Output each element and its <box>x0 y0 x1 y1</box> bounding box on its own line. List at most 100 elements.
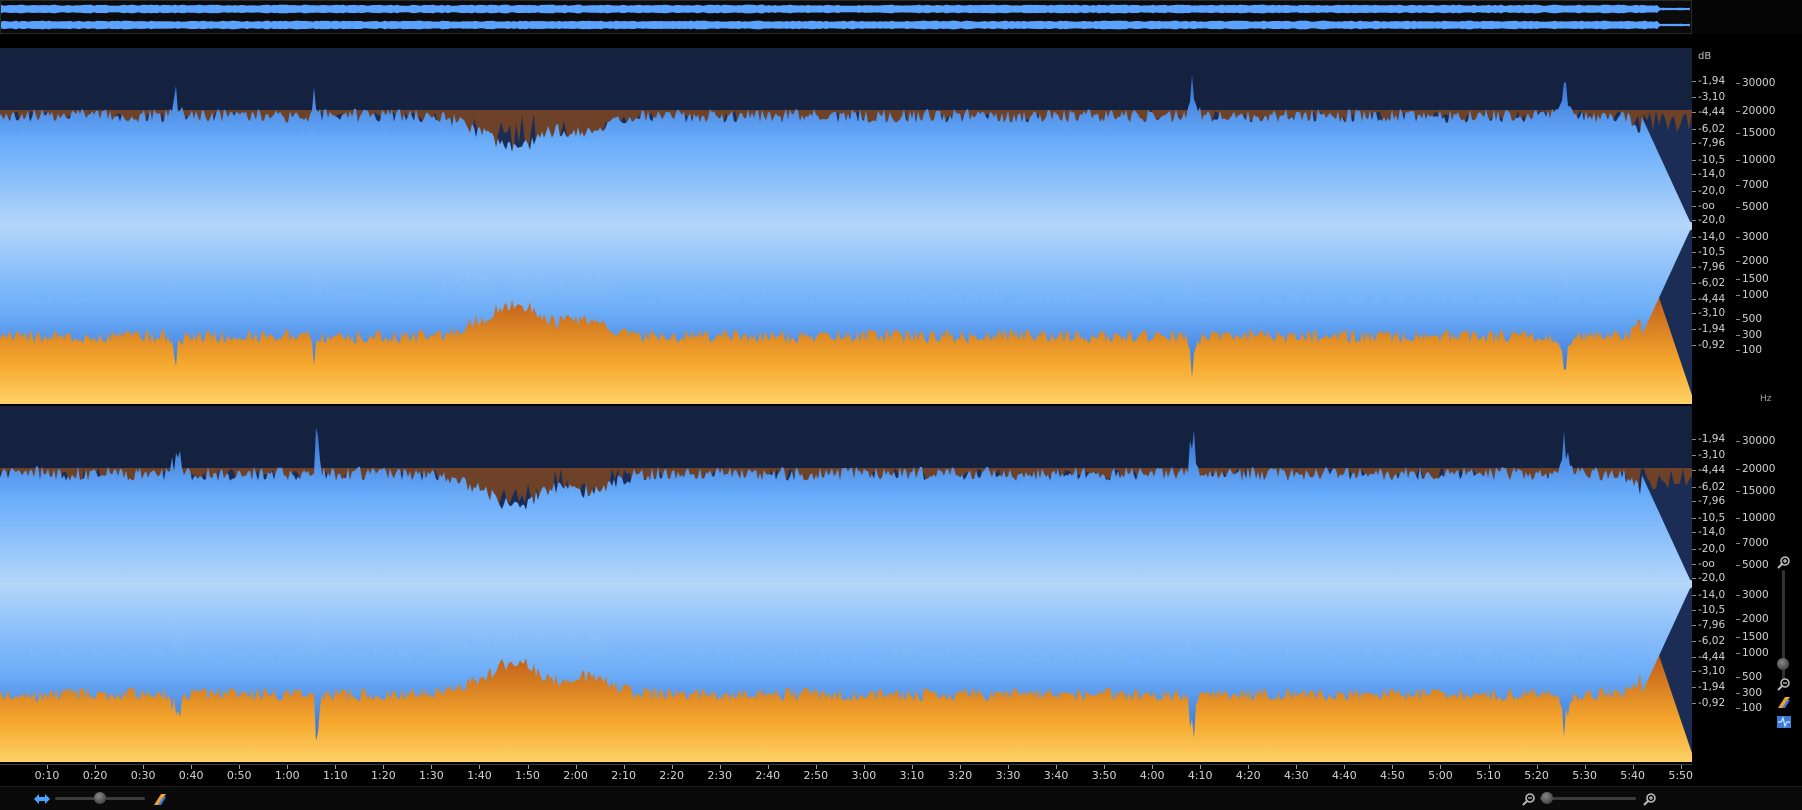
amplitude-frequency-scale-right[interactable]: -1,94 -3,10 -4,44 -6,02 -7,96 -10,5 -14,0 -20,0… <box>1692 406 1776 764</box>
hz-scale-tick <box>1736 595 1740 596</box>
zoom-slider[interactable] <box>1540 797 1636 800</box>
time-label: 2:10 <box>611 769 636 782</box>
zoom-in-icon[interactable] <box>1643 791 1657 810</box>
db-scale-tick <box>1692 112 1696 113</box>
time-label: 5:40 <box>1620 769 1645 782</box>
db-scale-label: -10,5 <box>1698 604 1726 616</box>
time-tick <box>527 765 529 769</box>
hz-scale-label: 100 <box>1742 344 1763 356</box>
channel-left-display[interactable] <box>0 48 1692 406</box>
hz-scale-tick <box>1736 441 1740 442</box>
db-scale-label: -7,96 <box>1698 495 1726 507</box>
waveform-mode-icon[interactable] <box>1776 714 1794 730</box>
time-ruler[interactable]: 0:10 0:20 0:30 0:40 0:50 1:00 1:10 1:20 1:30 1:40… <box>0 764 1694 787</box>
hz-scale-tick <box>1736 653 1740 654</box>
hz-scale-label: 1500 <box>1742 273 1769 285</box>
hz-scale-label: 15000 <box>1742 127 1776 139</box>
time-tick <box>1056 765 1058 769</box>
time-label: 1:50 <box>515 769 540 782</box>
hz-scale-tick <box>1736 518 1740 519</box>
db-scale-label: -6,02 <box>1698 123 1726 135</box>
time-label: 4:40 <box>1331 769 1357 782</box>
hz-scale-label: 20000 <box>1742 105 1776 117</box>
time-tick <box>575 765 577 769</box>
db-scale-label: -4,44 <box>1698 106 1726 118</box>
overview-navigator[interactable] <box>0 0 1692 34</box>
time-label: 5:30 <box>1572 769 1597 782</box>
time-label: 5:10 <box>1476 769 1501 782</box>
db-scale-tick <box>1692 487 1696 488</box>
db-scale-label: -oo <box>1698 558 1715 570</box>
db-scale-label: -4,44 <box>1698 293 1726 305</box>
hz-scale-label: 1500 <box>1742 631 1769 643</box>
spectrum-mode-icon[interactable] <box>1776 694 1794 710</box>
db-scale-tick <box>1692 671 1696 672</box>
time-label: 5:50 <box>1668 769 1694 782</box>
overview-waveform[interactable] <box>1 1 1691 33</box>
db-scale-tick <box>1692 625 1696 626</box>
hz-scale-tick <box>1736 693 1740 694</box>
zoom-knob[interactable] <box>1541 792 1553 804</box>
hz-scale-tick <box>1736 335 1740 336</box>
time-tick <box>1632 765 1634 769</box>
db-scale-label: -10,5 <box>1698 512 1726 524</box>
db-scale-tick <box>1692 595 1696 596</box>
time-tick <box>1200 765 1202 769</box>
db-scale-tick <box>1692 174 1696 175</box>
hz-scale-label: 10000 <box>1742 154 1776 166</box>
time-tick <box>143 765 145 769</box>
hz-scale-tick <box>1736 543 1740 544</box>
db-scale-tick <box>1692 657 1696 658</box>
hz-scale-label: 5000 <box>1742 559 1769 571</box>
spectrogram-toggle-icon[interactable] <box>152 791 168 810</box>
db-scale-tick <box>1692 578 1696 579</box>
time-tick <box>1104 765 1106 769</box>
db-scale-tick <box>1692 641 1696 642</box>
db-scale-label: -6,02 <box>1698 277 1726 289</box>
time-label: 2:00 <box>563 769 588 782</box>
db-scale-label: -0,92 <box>1698 697 1726 709</box>
overview-channel-wave <box>1 20 1690 30</box>
hz-scale-label: 2000 <box>1742 613 1769 625</box>
time-label: 0:10 <box>34 769 60 782</box>
db-scale-tick <box>1692 439 1696 440</box>
db-scale-label: -0,92 <box>1698 339 1726 351</box>
db-scale-label: -14,0 <box>1698 168 1726 180</box>
time-label: 3:10 <box>899 769 925 782</box>
vertical-zoom-knob[interactable] <box>1777 657 1789 670</box>
db-scale-tick <box>1692 610 1696 611</box>
channel-right-display[interactable] <box>0 406 1692 764</box>
horizontal-zoom-knob[interactable] <box>94 792 106 804</box>
vertical-zoom-in-icon[interactable] <box>1776 554 1794 570</box>
time-tick <box>623 765 625 769</box>
hz-scale-tick <box>1736 565 1740 566</box>
vertical-zoom-out-icon[interactable] <box>1776 676 1794 692</box>
hz-scale-label: 7000 <box>1742 179 1769 191</box>
db-scale-label: -14,0 <box>1698 526 1726 538</box>
db-scale-label: -3,10 <box>1698 307 1726 319</box>
time-tick <box>95 765 97 769</box>
time-label: 3:40 <box>1043 769 1069 782</box>
hz-scale-label: 20000 <box>1742 463 1776 475</box>
db-scale-tick <box>1692 237 1696 238</box>
time-label: 1:10 <box>322 769 348 782</box>
db-scale-label: -20,0 <box>1698 185 1726 197</box>
time-label: 3:00 <box>851 769 877 782</box>
db-scale-label: -7,96 <box>1698 261 1726 273</box>
time-tick <box>1008 765 1009 769</box>
zoom-out-icon[interactable] <box>1522 791 1536 810</box>
amplitude-frequency-scale-left[interactable]: -1,94 -3,10 -4,44 -6,02 -7,96 -10,5 -14,0 -20,0… <box>1692 48 1776 406</box>
db-scale-tick <box>1692 267 1696 268</box>
hz-scale-tick <box>1736 261 1740 262</box>
time-tick <box>959 765 961 769</box>
time-label: 3:30 <box>995 769 1021 782</box>
db-scale-tick <box>1692 345 1696 346</box>
hz-scale-tick <box>1736 619 1740 620</box>
time-tick <box>1584 765 1586 769</box>
hz-scale-label: 500 <box>1742 313 1763 325</box>
horizontal-fit-icon[interactable] <box>33 791 51 810</box>
time-tick <box>191 765 193 769</box>
db-scale-tick <box>1692 143 1696 144</box>
db-scale-label: -6,02 <box>1698 481 1726 493</box>
hz-scale-label: 15000 <box>1742 485 1776 497</box>
